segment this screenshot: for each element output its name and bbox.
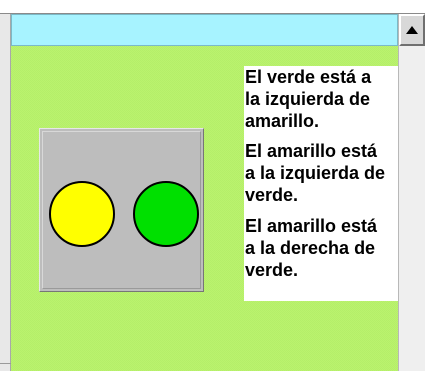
yellow-circle bbox=[49, 181, 115, 247]
vertical-scrollbar[interactable] bbox=[398, 14, 425, 371]
left-rail bbox=[0, 14, 11, 371]
window: El verde está a la izquierda de amarillo… bbox=[0, 0, 425, 371]
content-area: El verde está a la izquierda de amarillo… bbox=[11, 46, 398, 371]
statement-option-3[interactable]: El amarillo está a la derecha de verde. bbox=[244, 215, 398, 301]
statement-option-1[interactable]: El verde está a la izquierda de amarillo… bbox=[244, 66, 398, 140]
scroll-up-button[interactable] bbox=[399, 14, 425, 46]
header-band bbox=[11, 14, 398, 46]
traffic-light-box bbox=[39, 128, 204, 292]
statement-option-2[interactable]: El amarillo está a la izquierda de verde… bbox=[244, 140, 398, 215]
up-arrow-icon bbox=[406, 26, 418, 34]
statement-panels: El verde está a la izquierda de amarillo… bbox=[244, 66, 398, 371]
top-border bbox=[0, 0, 425, 14]
left-divider bbox=[0, 363, 11, 364]
green-circle bbox=[133, 181, 199, 247]
